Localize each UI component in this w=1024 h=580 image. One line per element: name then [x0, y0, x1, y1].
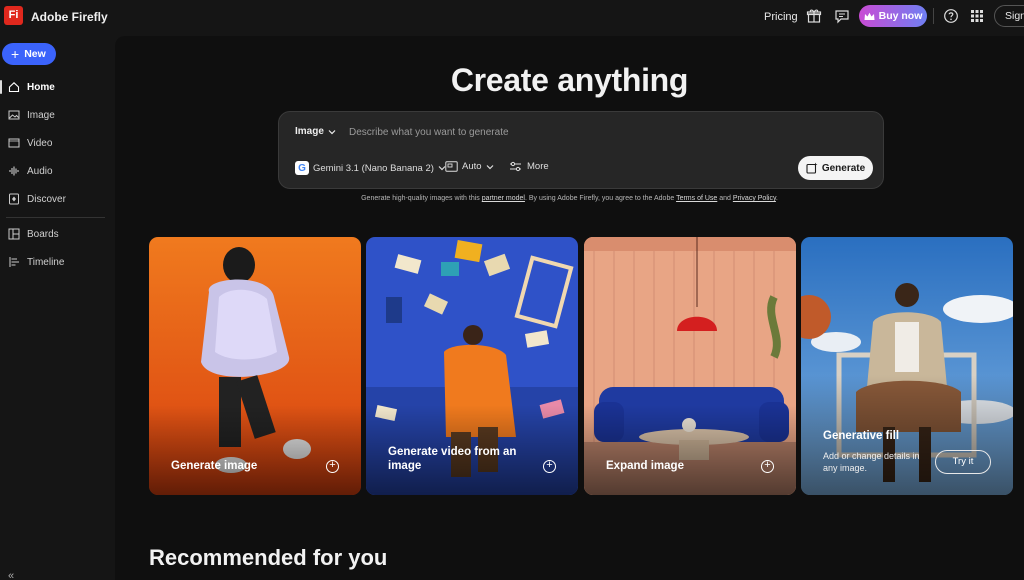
sidebar-item-label: Discover	[27, 193, 66, 205]
model-select[interactable]: G Gemini 3.1 (Nano Banana 2)	[295, 161, 446, 175]
crown-icon	[864, 12, 875, 20]
card-shade	[584, 405, 796, 495]
disclaimer-part: and	[717, 195, 733, 202]
sidebar-item-label: Image	[27, 109, 55, 121]
audio-icon	[9, 166, 19, 176]
add-circle-icon[interactable]: +	[761, 460, 774, 473]
help-icon[interactable]	[943, 8, 959, 24]
new-button[interactable]: + New	[2, 43, 56, 65]
more-settings-button[interactable]: More	[509, 161, 549, 172]
image-icon	[8, 110, 20, 120]
pricing-link[interactable]: Pricing	[764, 11, 798, 23]
collapse-sidebar-icon[interactable]: «	[8, 570, 14, 580]
topbar-divider	[933, 8, 934, 24]
plus-icon: +	[11, 46, 20, 62]
sidebar-item-discover[interactable]: Discover	[0, 188, 108, 210]
card-expand-image[interactable]: Expand image +	[584, 237, 796, 495]
sidebar-item-label: Timeline	[27, 256, 65, 268]
apps-grid-icon[interactable]	[969, 8, 985, 24]
sidebar-item-home[interactable]: Home	[0, 76, 108, 98]
home-icon	[8, 82, 20, 93]
recommended-heading: Recommended for you	[149, 545, 388, 570]
card-generate-video[interactable]: Generate video from an image +	[366, 237, 578, 495]
card-title: Expand image	[606, 460, 684, 472]
add-circle-icon[interactable]: +	[326, 460, 339, 473]
new-button-label: New	[24, 48, 46, 60]
disclaimer-part: . By using Adobe Firefly, you agree to t…	[524, 195, 677, 202]
buy-now-label: Buy now	[878, 10, 923, 22]
generate-button[interactable]: Generate	[798, 156, 873, 180]
boards-icon	[8, 228, 20, 240]
card-title: Generative fill	[823, 430, 900, 442]
firefly-logo[interactable]: Fi	[4, 6, 23, 25]
sidebar-item-image[interactable]: Image	[0, 104, 108, 126]
discover-icon	[9, 193, 19, 205]
sidebar-item-timeline[interactable]: Timeline	[0, 251, 108, 273]
model-select-label: Gemini 3.1 (Nano Banana 2)	[313, 162, 434, 174]
aspect-ratio-select[interactable]: Auto	[445, 161, 494, 172]
sidebar-item-label: Home	[27, 81, 55, 93]
generate-sparkle-icon	[806, 162, 818, 174]
settings-sliders-icon	[510, 161, 521, 172]
google-logo-icon: G	[295, 161, 309, 175]
card-generate-image[interactable]: Generate image +	[149, 237, 361, 495]
mode-select[interactable]: Image	[295, 126, 336, 137]
video-icon	[8, 138, 20, 148]
sidebar-item-audio[interactable]: Audio	[0, 160, 108, 182]
disclaimer-part: .	[775, 195, 778, 202]
buy-now-button[interactable]: Buy now	[859, 5, 927, 27]
add-circle-icon[interactable]: +	[543, 460, 556, 473]
generate-label: Generate	[821, 162, 866, 174]
prompt-box: Image G Gemini 3.1 (Nano Banana 2) Auto …	[278, 111, 884, 189]
gift-icon[interactable]	[806, 8, 822, 24]
terms-of-use-link[interactable]: Terms of Use	[676, 195, 717, 202]
card-generative-fill[interactable]: Generative fill Add or change details in…	[801, 237, 1013, 495]
privacy-policy-link[interactable]: Privacy Policy	[733, 195, 776, 202]
disclaimer-part: Generate high-quality images with this	[361, 195, 482, 202]
chevron-down-icon	[486, 164, 493, 169]
partner-model-link[interactable]: partner model	[482, 195, 525, 202]
sidebar-item-video[interactable]: Video	[0, 132, 108, 154]
sidebar-divider	[6, 217, 105, 218]
sidebar-item-label: Audio	[27, 165, 53, 177]
card-description: Add or change details in any image.	[823, 451, 920, 473]
aspect-ratio-label: Auto	[462, 161, 482, 172]
sidebar-item-boards[interactable]: Boards	[0, 223, 108, 245]
top-bar: Fi Adobe Firefly Pricing Buy now Sign in	[0, 0, 1024, 34]
sidebar-item-label: Video	[27, 137, 53, 149]
prompt-input[interactable]	[349, 124, 749, 140]
page-title: Create anything	[450, 62, 689, 98]
sidebar-item-label: Boards	[27, 228, 59, 240]
card-shade	[149, 405, 361, 495]
chevron-down-icon	[328, 129, 336, 134]
sidebar: + New Home Image Video Audio Discover Bo…	[0, 34, 114, 580]
timeline-icon	[9, 257, 19, 267]
feedback-icon[interactable]	[834, 8, 850, 24]
card-title: Generate image	[171, 460, 258, 472]
try-it-button[interactable]: Try it	[935, 450, 991, 474]
mode-select-label: Image	[295, 126, 324, 137]
card-title: Generate video from an image	[388, 446, 517, 472]
aspect-ratio-icon	[445, 161, 458, 172]
app-name[interactable]: Adobe Firefly	[31, 10, 108, 24]
more-label: More	[527, 161, 549, 172]
disclaimer-text: Generate high-quality images with this p…	[115, 195, 1024, 202]
sign-in-button[interactable]: Sign in	[994, 5, 1024, 27]
